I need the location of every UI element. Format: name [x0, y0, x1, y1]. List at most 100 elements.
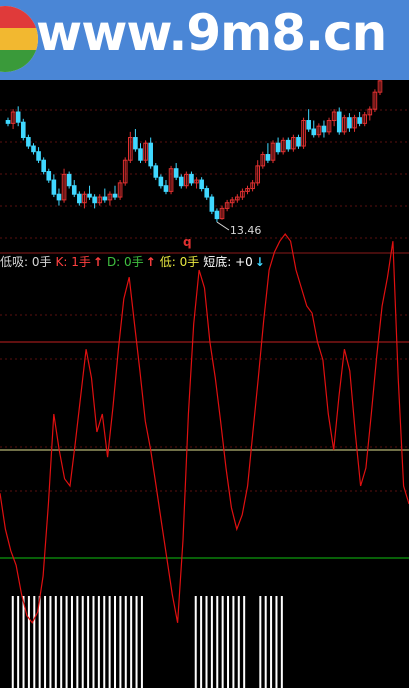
candle-body-down — [173, 168, 179, 178]
candle — [153, 163, 159, 181]
candle-body-down — [311, 128, 317, 136]
candle — [173, 163, 179, 181]
oscillator-levels — [0, 341, 409, 559]
candle — [128, 131, 133, 164]
signal-bar — [44, 596, 47, 688]
candle — [352, 114, 357, 132]
candle — [178, 174, 184, 189]
candle — [102, 188, 108, 203]
candle-body-down — [51, 179, 57, 195]
panel-marker-q: q — [183, 235, 192, 249]
candle — [372, 89, 378, 113]
signal-bar — [11, 596, 14, 688]
signal-bar — [135, 596, 138, 688]
candle — [321, 120, 327, 138]
candle-body-down — [199, 179, 204, 190]
candle-body-down — [336, 111, 342, 133]
candle — [163, 180, 169, 195]
watermark-text: www.9m8.cn — [36, 4, 387, 62]
candle — [122, 157, 128, 186]
candle — [133, 129, 138, 152]
candle — [107, 191, 113, 206]
indicator-item: D: 0手 ↑ — [107, 255, 158, 269]
candle-body-down — [347, 117, 352, 129]
candle-body-down — [36, 151, 41, 161]
candle-body-down — [66, 173, 72, 187]
candle — [20, 118, 26, 141]
candle — [296, 134, 301, 149]
candle — [117, 180, 123, 200]
indicator-item-label: D: 0手 — [106, 255, 144, 269]
candle — [41, 157, 46, 175]
signal-bar — [17, 596, 20, 688]
candle-body-down — [163, 185, 169, 192]
candle-body-down — [77, 193, 82, 204]
candle — [15, 106, 21, 127]
signal-bar — [124, 596, 127, 688]
candle — [347, 113, 352, 132]
candle — [10, 109, 16, 130]
signal-bar — [259, 596, 262, 688]
indicator-item: 低: 0手 — [160, 255, 202, 269]
min-price-leader — [216, 221, 230, 231]
candle — [265, 143, 271, 164]
signal-bar — [221, 596, 224, 688]
signal-bar — [205, 596, 208, 688]
chart-canvas: 13.46 q — [0, 78, 409, 688]
signal-bar — [87, 596, 90, 688]
candle — [260, 151, 266, 169]
signal-bar — [38, 596, 41, 688]
candle — [255, 160, 260, 186]
candle-body-down — [92, 196, 97, 204]
signal-bar — [27, 596, 30, 688]
candle-body-down — [296, 137, 301, 147]
candle — [280, 137, 286, 155]
candle — [245, 185, 250, 195]
candle — [26, 134, 31, 149]
candle — [184, 171, 189, 189]
candle — [326, 117, 332, 135]
candle — [342, 114, 347, 135]
candle — [285, 137, 291, 152]
signal-bar — [108, 596, 111, 688]
candle-body-down — [285, 139, 291, 150]
signal-bar — [200, 596, 203, 688]
signal-bar — [264, 596, 267, 688]
candle — [275, 137, 281, 155]
candle-body-down — [26, 137, 31, 147]
indicator-item: 低吸: 0手 — [0, 255, 54, 269]
site-logo — [0, 6, 38, 72]
candle-body-down — [112, 193, 118, 198]
price-panel-grid — [0, 109, 409, 239]
candle — [138, 143, 143, 164]
candle-body-down — [41, 159, 46, 173]
candle-body-down — [189, 173, 194, 184]
signal-bar — [103, 596, 106, 688]
candle-body-down — [275, 142, 281, 153]
signal-bar — [76, 596, 79, 688]
candle — [336, 107, 342, 135]
candle — [357, 112, 362, 127]
signal-bar — [243, 596, 246, 688]
signal-bar — [210, 596, 213, 688]
signal-bar — [270, 596, 273, 688]
signal-bar — [70, 596, 73, 688]
indicator-item-label: 低吸: 0手 — [0, 255, 52, 269]
candle-body-down — [153, 165, 159, 178]
candlestick-series — [5, 78, 383, 222]
candle — [158, 174, 164, 189]
candle-body-down — [204, 188, 210, 198]
candle — [270, 140, 276, 164]
signal-bar — [119, 596, 122, 688]
candle-body-down — [158, 176, 164, 187]
candle — [199, 177, 204, 192]
candle — [168, 165, 174, 195]
signal-bar — [49, 596, 52, 688]
indicator-item-label: K: 1手 — [55, 255, 91, 269]
signal-bar — [54, 596, 57, 688]
candle — [235, 194, 240, 203]
candle — [367, 106, 373, 121]
candle — [5, 117, 11, 127]
min-price-label: 13.46 — [230, 224, 262, 237]
candle-body-down — [5, 120, 11, 124]
